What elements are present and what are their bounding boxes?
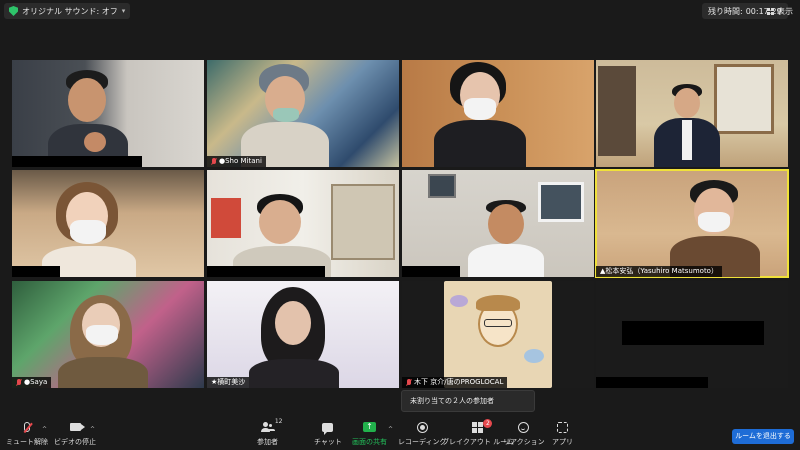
- chat-button[interactable]: チャット: [314, 420, 342, 447]
- participants-button[interactable]: 12 参加者: [257, 418, 283, 447]
- participants-icon: [260, 422, 275, 432]
- record-icon: [416, 421, 428, 433]
- video-options-caret[interactable]: ^: [90, 426, 95, 433]
- chevron-down-icon: ▾: [121, 7, 126, 15]
- participant-name-9: ●Saya: [12, 377, 52, 388]
- video-tile-8[interactable]: ▲松本安弘（Yasuhiro Matsumoto）: [595, 169, 789, 278]
- mic-muted-icon: [406, 378, 412, 387]
- avatar: [444, 281, 552, 388]
- stop-video-button[interactable]: ビデオの停止: [54, 420, 96, 447]
- record-button[interactable]: レコーディング: [398, 420, 447, 447]
- participant-name-2: ●Sho Mitani: [207, 156, 266, 167]
- chat-icon: [322, 422, 334, 435]
- video-tile-3[interactable]: [402, 60, 594, 167]
- original-sound-toggle[interactable]: オリジナル サウンド: オフ ▾: [4, 3, 131, 19]
- remaining-time-label: 残り時間:: [708, 6, 743, 16]
- breakout-badge: 2: [483, 418, 493, 428]
- top-bar: オリジナル サウンド: オフ ▾ 残り時間: 00:17:29 表示: [0, 0, 800, 22]
- video-tile-2[interactable]: ●Sho Mitani: [207, 60, 399, 167]
- participants-count: 12: [274, 418, 283, 425]
- apps-icon: [557, 421, 568, 433]
- video-tile-1[interactable]: [12, 60, 204, 167]
- share-options-caret[interactable]: ^: [388, 426, 393, 433]
- participant-name-8: ▲松本安弘（Yasuhiro Matsumoto）: [596, 266, 722, 277]
- video-tile-4[interactable]: [596, 60, 788, 167]
- video-tile-6[interactable]: [207, 170, 399, 277]
- breakout-tooltip: 未割り当ての２人の参加者: [401, 390, 535, 412]
- breakout-rooms-icon: 2: [472, 418, 493, 433]
- participant-name-10: ★横町美沙: [207, 377, 250, 388]
- view-button[interactable]: 表示: [767, 3, 793, 19]
- meeting-toolbar: ミュート解除 ^ ビデオの停止 ^ 12 参加者 チャット ↑ 画面の共有 ^ …: [0, 418, 800, 450]
- grid-icon: [767, 7, 774, 15]
- smiley-icon: [518, 421, 530, 433]
- mic-muted-icon: [24, 422, 30, 432]
- shield-icon: [9, 6, 18, 16]
- video-camera-icon: [69, 423, 85, 431]
- mute-button[interactable]: ミュート解除: [6, 420, 48, 447]
- share-screen-button[interactable]: ↑ 画面の共有: [352, 420, 387, 447]
- apps-button[interactable]: アプリ: [552, 420, 573, 447]
- video-tile-5[interactable]: [12, 170, 204, 277]
- mic-muted-icon: [211, 157, 217, 166]
- video-tile-11[interactable]: 木下 京介/唐のPROGLOCAL: [402, 281, 594, 388]
- participant-name-11: 木下 京介/唐のPROGLOCAL: [402, 377, 508, 388]
- video-tile-10[interactable]: ★横町美沙: [207, 281, 399, 388]
- mic-muted-icon: [16, 378, 22, 387]
- reactions-button[interactable]: リアクション: [503, 420, 545, 447]
- video-tile-9[interactable]: ●Saya: [12, 281, 204, 388]
- original-sound-label: オリジナル サウンド: オフ: [22, 6, 118, 16]
- audio-options-caret[interactable]: ^: [42, 426, 47, 433]
- share-screen-icon: ↑: [363, 422, 376, 432]
- leave-room-button[interactable]: ルームを退出する: [732, 429, 794, 444]
- video-tile-12[interactable]: [596, 281, 788, 388]
- video-tile-7[interactable]: [402, 170, 594, 277]
- view-label: 表示: [777, 6, 793, 16]
